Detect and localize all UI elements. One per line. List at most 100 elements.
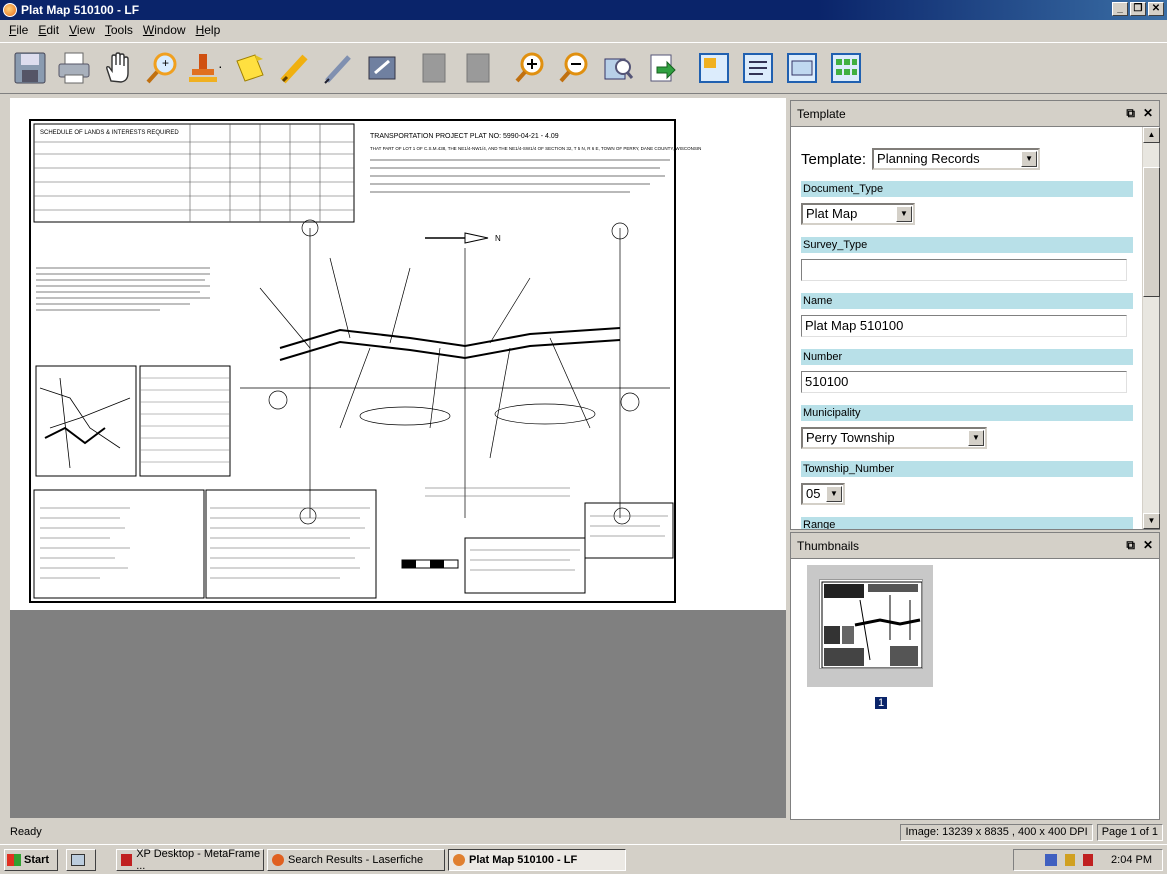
zoom-out-icon [559, 52, 588, 83]
menu-tools[interactable]: Tools [100, 23, 138, 37]
export-button[interactable] [640, 47, 684, 89]
template-panel-header: Template ⧉ ✕ [791, 101, 1159, 127]
township-number-select[interactable]: 05 ▼ [801, 483, 845, 505]
start-button[interactable]: Start [4, 848, 58, 871]
field-label-township-number: Township_Number [801, 461, 1133, 477]
document-viewer[interactable]: SCHEDULE OF LANDS & INTERESTS REQUIRED T… [10, 98, 786, 818]
undock-icon[interactable]: ⧉ [1126, 106, 1135, 121]
network-icon[interactable] [1045, 854, 1058, 866]
close-button[interactable]: ✕ [1148, 2, 1164, 16]
page-thumbnail[interactable] [807, 565, 933, 687]
close-icon[interactable]: ✕ [1143, 538, 1153, 553]
stamp-button[interactable]: · [184, 47, 228, 89]
template-fields: Template: Planning Records ▼ Document_Ty… [791, 127, 1143, 529]
fit-page-button[interactable] [596, 47, 640, 89]
hand-pan-icon [106, 52, 129, 83]
print-button[interactable] [52, 47, 96, 89]
clock[interactable]: 2:04 PM [1111, 854, 1152, 866]
chevron-down-icon[interactable]: ▼ [968, 430, 984, 446]
toggle-text-button[interactable] [736, 47, 780, 89]
minimize-button[interactable]: _ [1112, 2, 1128, 16]
taskbar: Start XP Desktop - MetaFrame ... Search … [0, 844, 1167, 874]
scroll-down-icon[interactable]: ▼ [1143, 513, 1160, 529]
thumbnails-panel: Thumbnails ⧉ ✕ 1 [790, 532, 1160, 820]
name-input[interactable]: Plat Map 510100 [801, 315, 1127, 337]
page-icon [422, 53, 446, 83]
menu-file[interactable]: File [4, 23, 33, 37]
municipality-value: Perry Township [806, 430, 895, 445]
sticky-note-button[interactable] [228, 47, 272, 89]
app-window: Plat Map 510100 - LF _ ❐ ✕ File Edit Vie… [0, 0, 1167, 874]
thumbnail-page-number[interactable]: 1 [875, 697, 888, 709]
toggle-folder-button[interactable] [780, 47, 824, 89]
task-plat-map[interactable]: Plat Map 510100 - LF [448, 848, 626, 871]
window-controls: _ ❐ ✕ [1112, 2, 1164, 16]
highlighter-icon [280, 54, 308, 84]
image-info: Image: 13239 x 8835 , 400 x 400 DPI [900, 823, 1093, 841]
task-label: Search Results - Laserfiche [288, 853, 424, 866]
page-icon [466, 53, 490, 83]
laserfiche-app-icon[interactable] [3, 3, 17, 17]
laserfiche-icon [272, 853, 284, 866]
start-label: Start [24, 853, 50, 866]
pen-button[interactable] [316, 47, 360, 89]
menu-view[interactable]: View [64, 23, 100, 37]
zoom-tool-button[interactable]: + [140, 47, 184, 89]
chevron-down-icon[interactable]: ▼ [896, 206, 912, 222]
desktop-icon [71, 853, 85, 866]
next-page-button[interactable] [456, 47, 500, 89]
plat-map-page[interactable]: SCHEDULE OF LANDS & INTERESTS REQUIRED T… [10, 98, 786, 610]
user-icon[interactable] [1083, 854, 1094, 866]
menu-help[interactable]: Help [191, 23, 226, 37]
menu-window[interactable]: Window [138, 23, 191, 37]
plat-heading: TRANSPORTATION PROJECT PLAT NO: 5990-04-… [370, 133, 559, 140]
save-icon [14, 52, 46, 84]
township-number-value: 05 [806, 486, 821, 501]
toggle-grid-button[interactable] [824, 47, 868, 89]
field-label-name: Name [801, 293, 1133, 309]
svg-text:+: + [162, 56, 169, 70]
system-tray: 2:04 PM [1013, 849, 1163, 871]
scrollbar-thumb[interactable] [1143, 167, 1160, 297]
eraser-button[interactable] [360, 47, 404, 89]
task-label: Plat Map 510100 - LF [469, 853, 578, 866]
zoom-in-button[interactable] [508, 47, 552, 89]
eraser-icon [368, 56, 396, 80]
template-label: Template: [801, 150, 867, 168]
pan-tool-button[interactable] [96, 47, 140, 89]
svg-text:·: · [218, 58, 223, 74]
windows-logo-icon [7, 853, 21, 866]
schedule-title: SCHEDULE OF LANDS & INTERESTS REQUIRED [40, 130, 179, 136]
save-button[interactable] [8, 47, 52, 89]
grid-icon [831, 53, 861, 83]
previous-page-button[interactable] [412, 47, 456, 89]
scroll-up-icon[interactable]: ▲ [1143, 127, 1160, 143]
task-xp-desktop[interactable]: XP Desktop - MetaFrame ... [116, 848, 264, 872]
close-icon[interactable]: ✕ [1143, 106, 1153, 121]
highlighter-button[interactable] [272, 47, 316, 89]
document-type-select[interactable]: Plat Map ▼ [801, 203, 915, 225]
thumbnail-image [819, 579, 923, 669]
template-select-value: Planning Records [877, 151, 980, 166]
thumbnail-icon [699, 53, 729, 83]
export-icon [650, 54, 676, 82]
title-bar[interactable]: Plat Map 510100 - LF _ ❐ ✕ [0, 0, 1167, 20]
restore-button[interactable]: ❐ [1130, 2, 1146, 16]
task-search-results[interactable]: Search Results - Laserfiche [267, 848, 445, 871]
template-scrollbar[interactable]: ▲ ▼ [1142, 127, 1160, 529]
survey-type-input[interactable] [801, 259, 1127, 281]
volume-icon[interactable] [1065, 854, 1076, 866]
number-input[interactable]: 510100 [801, 371, 1127, 393]
toggle-thumbnails-button[interactable] [692, 47, 736, 89]
print-icon [58, 52, 90, 84]
undock-icon[interactable]: ⧉ [1126, 538, 1135, 553]
template-select[interactable]: Planning Records ▼ [872, 148, 1041, 170]
chevron-down-icon[interactable]: ▼ [826, 486, 842, 502]
menu-edit[interactable]: Edit [33, 23, 64, 37]
municipality-select[interactable]: Perry Township ▼ [801, 427, 987, 449]
chevron-down-icon[interactable]: ▼ [1021, 151, 1038, 167]
quick-launch-desktop[interactable] [66, 848, 96, 871]
field-label-municipality: Municipality [801, 405, 1133, 421]
zoom-out-button[interactable] [552, 47, 596, 89]
template-panel-title: Template [797, 106, 846, 121]
